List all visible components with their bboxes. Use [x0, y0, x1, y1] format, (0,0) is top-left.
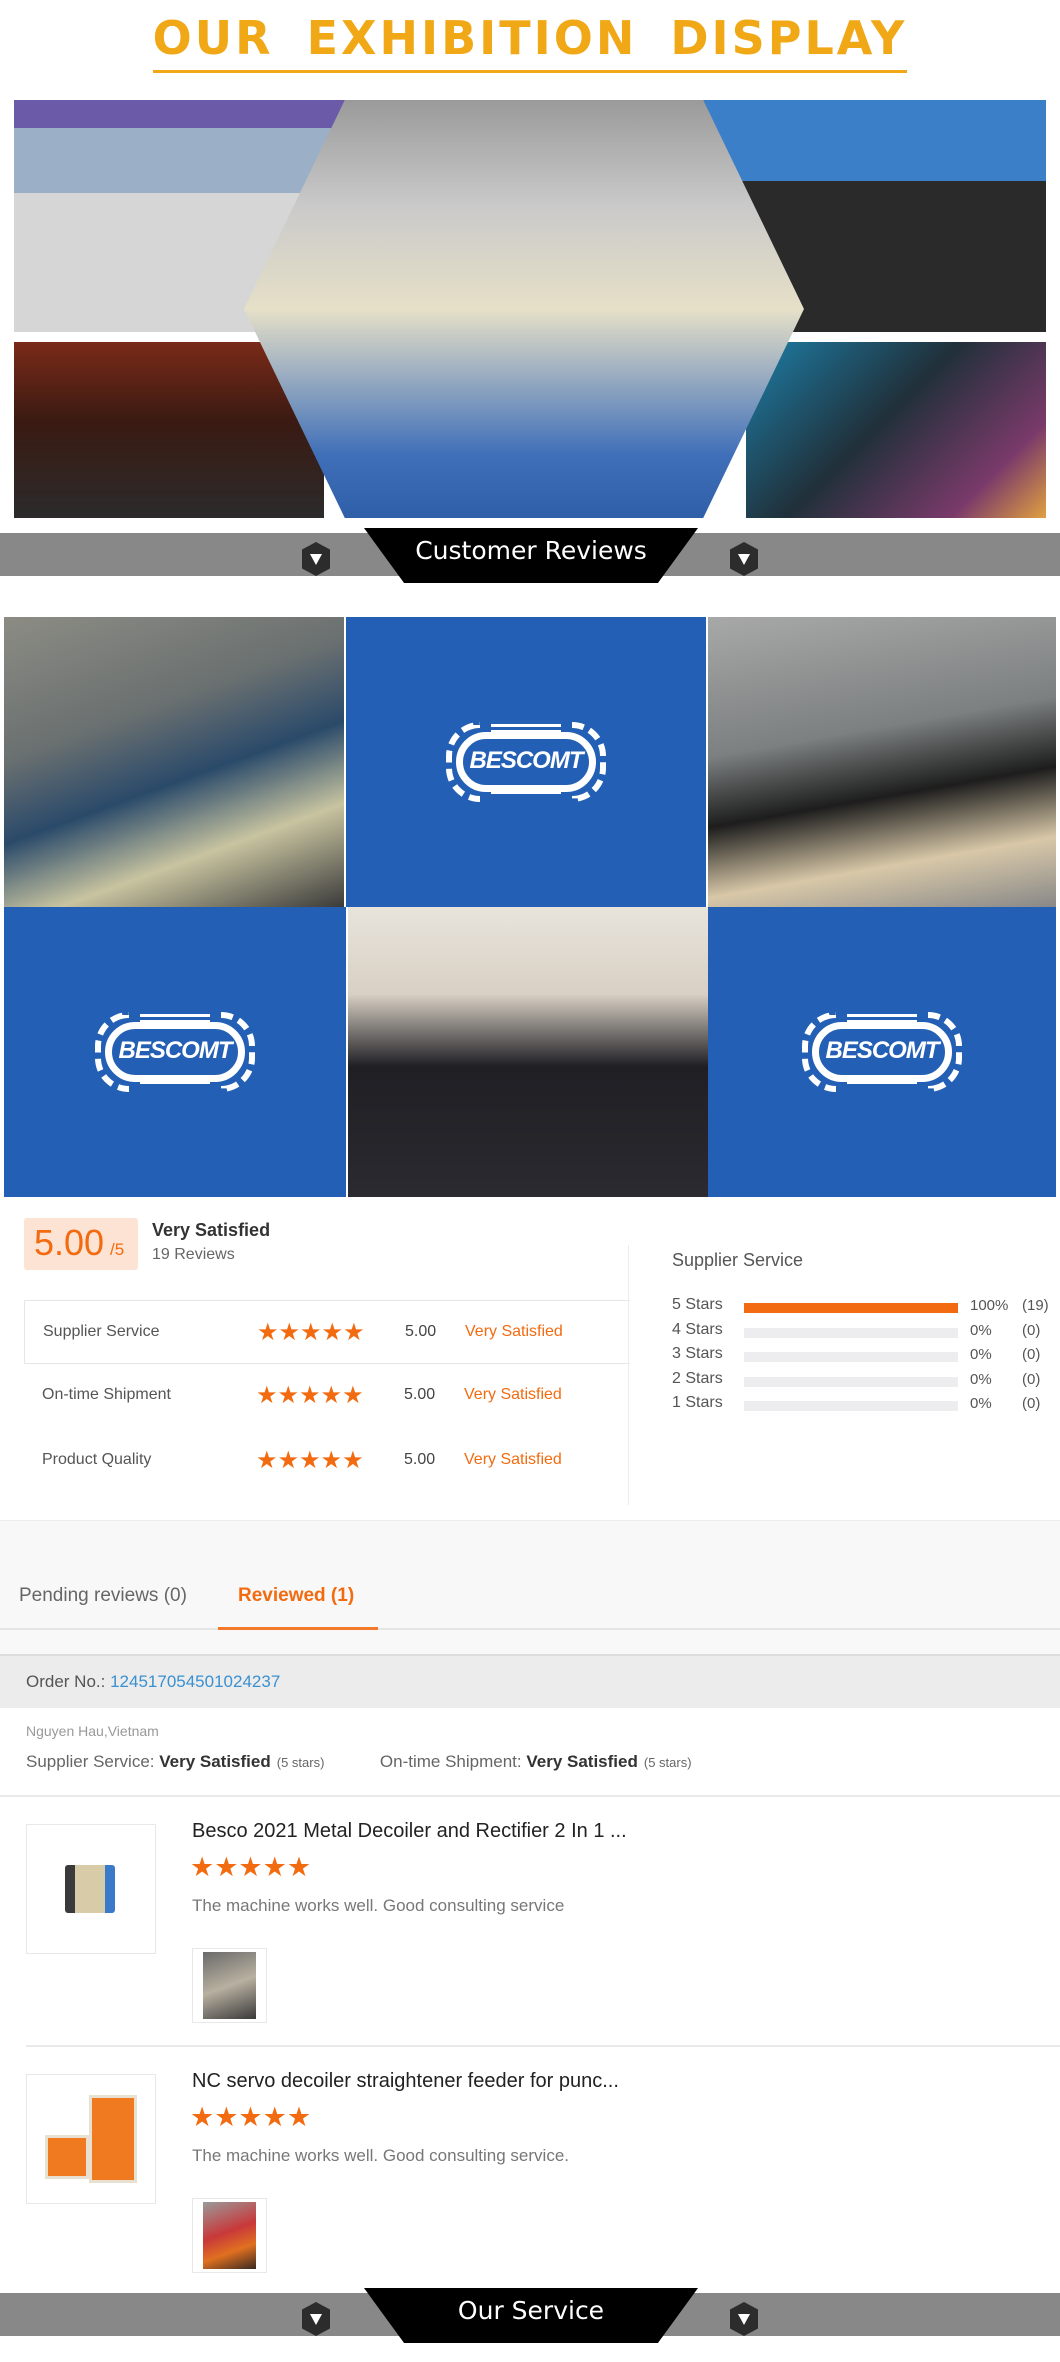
order-number-label: Order No.:	[26, 1672, 111, 1691]
product-title[interactable]: NC servo decoiler straightener feeder fo…	[192, 2070, 619, 2093]
star-level-label: 5 Stars	[672, 1296, 723, 1313]
product-review-item: Besco 2021 Metal Decoiler and Rectifier …	[26, 1790, 1056, 2023]
distribution-bar-track	[744, 1327, 958, 1338]
category-label: Very Satisfied	[465, 1323, 563, 1340]
brand-logo-tile: BESCOMT	[4, 907, 346, 1197]
distribution-bar-track	[744, 1376, 958, 1387]
distribution-title: Supplier Service	[672, 1250, 804, 1270]
distribution-percent: 0%	[970, 1370, 992, 1388]
tabs-divider	[0, 1628, 1060, 1630]
distribution-row: 4 Stars 0% (0)	[672, 1321, 1052, 1343]
review-photo-thumbnail[interactable]	[192, 1948, 267, 2023]
distribution-row: 5 Stars 100% (19)	[672, 1296, 1052, 1318]
exhibition-photo-customer-meeting	[746, 342, 1046, 518]
bescomt-logo: BESCOMT	[95, 1012, 255, 1092]
banner-label: Customer Reviews	[415, 536, 647, 565]
review-comment: The machine works well. Good consulting …	[192, 1896, 565, 1915]
bescomt-logo: BESCOMT	[802, 1012, 962, 1092]
active-tab-indicator	[218, 1627, 378, 1630]
brand-logo-tile: BESCOMT	[708, 907, 1056, 1197]
logo-text: BESCOMT	[825, 1037, 940, 1064]
our-service-banner: Our Service	[0, 2280, 1060, 2344]
customer-photo-office	[348, 907, 708, 1197]
distribution-bar-track	[744, 1352, 958, 1362]
category-name: Supplier Service	[43, 1323, 160, 1340]
product-review-item: NC servo decoiler straightener feeder fo…	[26, 2040, 1056, 2273]
product-thumbnail[interactable]	[26, 2074, 156, 2204]
product-thumbnail[interactable]	[26, 1824, 156, 1954]
exhibition-title-text: OUR EXHIBITION DISPLAY	[152, 8, 908, 73]
distribution-percent: 0%	[970, 1321, 992, 1339]
distribution-row: 3 Stars 0% (0)	[672, 1345, 1052, 1367]
star-level-label: 2 Stars	[672, 1369, 723, 1387]
vertical-divider	[628, 1245, 629, 1505]
bescomt-logo: BESCOMT	[446, 722, 606, 802]
logo-text: BESCOMT	[469, 747, 584, 774]
category-name: On-time Shipment	[42, 1386, 171, 1403]
customer-reviews-banner: Customer Reviews	[0, 520, 1060, 584]
star-rating-icon: ★★★★★	[190, 1852, 312, 1882]
distribution-percent: 0%	[970, 1346, 992, 1363]
customer-photo-factory-visit	[4, 617, 344, 907]
exhibition-photo-hall	[244, 100, 804, 518]
rating-distribution: Supplier Service 5 Stars 100% (19) 4 Stars 0…	[672, 1250, 1052, 1412]
distribution-percent: 0%	[970, 1395, 992, 1412]
shipment-label: On-time Shipment:	[379, 1752, 527, 1771]
exhibition-collage	[14, 100, 1046, 518]
category-score: 5.00	[404, 1386, 436, 1403]
category-rating-row: Supplier Service ★★★★★ 5.00 Very Satisfi…	[24, 1300, 630, 1364]
category-score: 5.00	[405, 1323, 437, 1340]
category-label: Very Satisfied	[464, 1386, 562, 1403]
customer-photo-workshop	[708, 617, 1056, 907]
category-ratings: Supplier Service ★★★★★ 5.00 Very Satisfi…	[24, 1300, 630, 1490]
supplier-service-stars: (5 stars)	[276, 1755, 325, 1770]
product-title[interactable]: Besco 2021 Metal Decoiler and Rectifier …	[192, 1820, 627, 1843]
review-comment: The machine works well. Good consulting …	[192, 2146, 569, 2165]
shipment-value: Very Satisfied	[526, 1752, 638, 1771]
category-name: Product Quality	[42, 1451, 152, 1468]
review-count: 19 Reviews	[152, 1246, 235, 1263]
customer-photo-grid: BESCOMT BESCOMT BESCOMT	[4, 617, 1056, 1197]
logo-text: BESCOMT	[118, 1037, 233, 1064]
star-rating-icon: ★★★★★	[257, 1319, 365, 1346]
supplier-service-value: Very Satisfied	[159, 1752, 271, 1771]
star-rating-icon: ★★★★★	[256, 1382, 364, 1409]
category-rating-row: Product Quality ★★★★★ 5.00 Very Satisfie…	[24, 1429, 630, 1493]
order-ratings-line: Supplier Service: Very Satisfied (5 stars…	[26, 1752, 692, 1772]
distribution-count: (0)	[1022, 1395, 1041, 1412]
star-level-label: 3 Stars	[672, 1345, 723, 1362]
distribution-bar-track	[744, 1303, 958, 1313]
overall-score: 5.00	[34, 1222, 105, 1263]
distribution-bar-fill	[744, 1303, 958, 1313]
distribution-count: (0)	[1022, 1346, 1041, 1363]
banner-label: Our Service	[457, 2296, 605, 2325]
distribution-count: (0)	[1022, 1321, 1041, 1339]
rating-summary: 5.00 /5 Very Satisfied 19 Reviews Suppli…	[0, 1210, 1060, 1520]
distribution-count: (19)	[1022, 1297, 1049, 1314]
distribution-row: 2 Stars 0% (0)	[672, 1370, 1052, 1392]
star-level-label: 4 Stars	[672, 1320, 723, 1338]
review-photo-thumbnail[interactable]	[192, 2198, 267, 2273]
distribution-count: (0)	[1022, 1370, 1041, 1388]
distribution-row: 1 Stars 0% (0)	[672, 1394, 1052, 1416]
overall-label: Very Satisfied	[152, 1220, 271, 1240]
star-rating-icon: ★★★★★	[256, 1447, 364, 1474]
supplier-service-label: Supplier Service:	[26, 1752, 160, 1771]
review-tabs-area: Pending reviews (0) Reviewed (1)	[0, 1520, 1060, 1655]
reviewer-name: Nguyen Hau,Vietnam	[26, 1723, 159, 1739]
category-score: 5.00	[404, 1451, 436, 1468]
overall-score-badge: 5.00 /5	[24, 1218, 138, 1270]
brand-logo-tile: BESCOMT	[346, 617, 706, 907]
distribution-bar-track	[744, 1401, 958, 1411]
order-number-link[interactable]: 124517054501024237	[110, 1672, 280, 1691]
order-bar: Order No.: 124517054501024237	[0, 1654, 1060, 1708]
exhibition-title: OUR EXHIBITION DISPLAY	[0, 8, 1060, 73]
distribution-percent: 100%	[970, 1297, 1009, 1314]
shipment-stars: (5 stars)	[643, 1755, 692, 1770]
star-level-label: 1 Stars	[672, 1394, 723, 1411]
star-rating-icon: ★★★★★	[190, 2102, 312, 2132]
category-label: Very Satisfied	[464, 1451, 562, 1468]
category-rating-row: On-time Shipment ★★★★★ 5.00 Very Satisfi…	[24, 1364, 630, 1428]
overall-score-max: /5	[110, 1240, 125, 1259]
